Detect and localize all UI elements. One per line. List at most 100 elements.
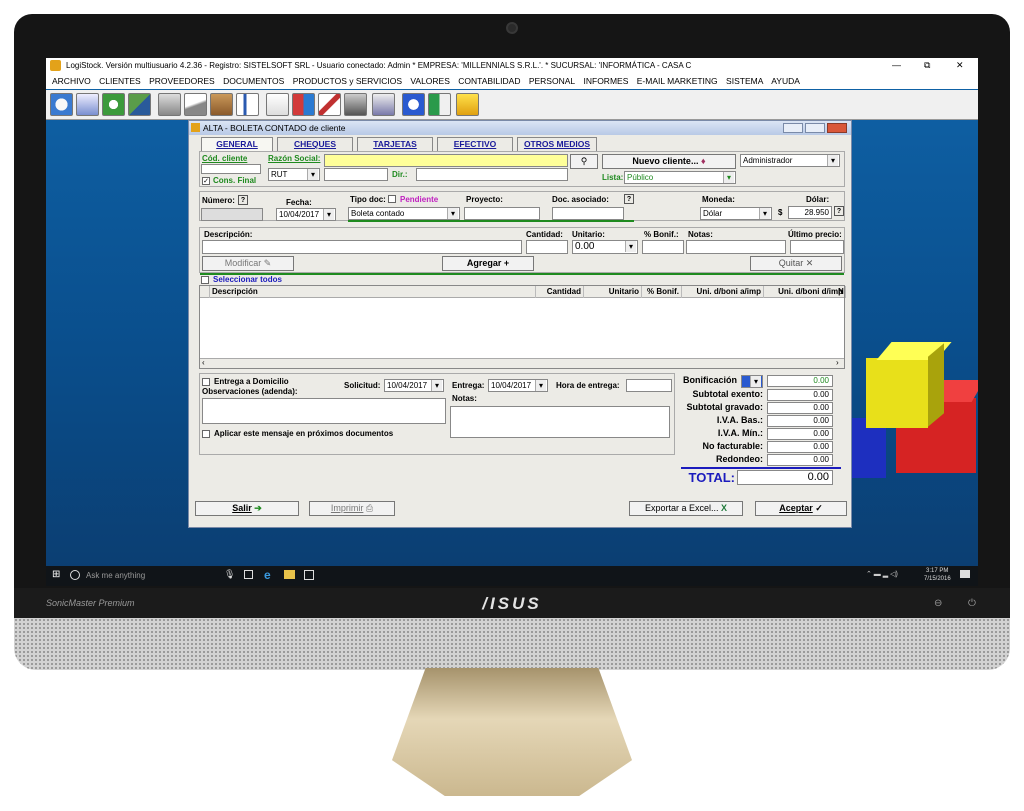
notifications-icon[interactable]: [960, 570, 970, 578]
store-icon[interactable]: [304, 570, 314, 580]
hora-entrega-input[interactable]: [626, 379, 672, 392]
toolbar-users-icon[interactable]: [128, 93, 151, 116]
tab-otros-medios[interactable]: OTROS MEDIOS: [517, 137, 597, 151]
menu-contabilidad[interactable]: CONTABILIDAD: [458, 76, 520, 86]
menu-productos[interactable]: PRODUCTOS y SERVICIOS: [293, 76, 402, 86]
fecha-select[interactable]: 10/04/2017: [276, 208, 336, 221]
tab-tarjetas[interactable]: TARJETAS: [357, 137, 433, 151]
menu-documentos[interactable]: DOCUMENTOS: [223, 76, 284, 86]
toolbar-recycle-icon[interactable]: [102, 93, 125, 116]
edge-icon[interactable]: e: [264, 568, 271, 582]
table-header-n[interactable]: N: [836, 286, 846, 298]
aplicar-mensaje-checkbox[interactable]: [202, 430, 210, 438]
observaciones-input[interactable]: [202, 398, 446, 424]
file-explorer-icon[interactable]: [284, 570, 295, 579]
ultimo-precio-input[interactable]: [790, 240, 844, 254]
descripcion-input[interactable]: [202, 240, 522, 254]
salir-button[interactable]: Salir ➔: [195, 501, 299, 516]
doc-asociado-help-icon[interactable]: ?: [624, 194, 634, 204]
toolbar-help-book-icon[interactable]: [372, 93, 395, 116]
agregar-button[interactable]: Agregar +: [442, 256, 534, 271]
entrega-domicilio-checkbox[interactable]: [202, 378, 210, 386]
table-header-descripcion[interactable]: Descripción: [210, 286, 536, 298]
windows-start-icon[interactable]: ⊞: [52, 569, 60, 580]
tab-general[interactable]: GENERAL: [201, 137, 273, 152]
notas-input[interactable]: [686, 240, 786, 254]
toolbar-tools-icon[interactable]: [344, 93, 367, 116]
aceptar-button[interactable]: Aceptar ✓: [755, 501, 847, 516]
menu-proveedores[interactable]: PROVEEDORES: [149, 76, 215, 86]
dialog-maximize-button[interactable]: [805, 123, 825, 133]
toolbar-calculator-icon[interactable]: [158, 93, 181, 116]
cortana-icon[interactable]: [70, 570, 80, 580]
tray-icons[interactable]: ⌃ ▬ ▂ ◁): [866, 570, 898, 578]
dolar-input[interactable]: 28.950: [788, 206, 832, 219]
pendiente-checkbox[interactable]: [388, 195, 396, 203]
scroll-right-icon[interactable]: ›: [836, 358, 839, 367]
scroll-left-icon[interactable]: ‹: [202, 358, 205, 367]
toolbar-exit-icon[interactable]: [428, 93, 451, 116]
lista-select[interactable]: Público: [624, 171, 736, 184]
task-view-icon[interactable]: [244, 570, 253, 579]
bonificacion-select[interactable]: [741, 375, 763, 388]
unitario-select[interactable]: 0.00: [572, 240, 638, 254]
table-header-uni-d-imp[interactable]: Uni. d/boni d/imp: [764, 286, 846, 298]
menu-informes[interactable]: INFORMES: [584, 76, 629, 86]
menu-email-marketing[interactable]: E-MAIL MARKETING: [637, 76, 718, 86]
table-header-unitario[interactable]: Unitario: [584, 286, 642, 298]
clock-time[interactable]: 3:17 PM: [926, 568, 948, 574]
toolbar-question-icon[interactable]: [402, 93, 425, 116]
toolbar-warning-icon[interactable]: [456, 93, 479, 116]
cod-cliente-input[interactable]: [201, 164, 261, 174]
menu-archivo[interactable]: ARCHIVO: [52, 76, 91, 86]
exportar-excel-button[interactable]: Exportar a Excel... X: [629, 501, 743, 516]
cantidad-input[interactable]: [526, 240, 568, 254]
notas2-input[interactable]: [450, 406, 670, 438]
tipo-doc-select[interactable]: Boleta contado: [348, 207, 460, 220]
doc-asociado-input[interactable]: [552, 207, 624, 220]
menu-valores[interactable]: VALORES: [410, 76, 450, 86]
user-select[interactable]: Administrador: [740, 154, 840, 167]
menu-ayuda[interactable]: AYUDA: [771, 76, 800, 86]
table-horizontal-scrollbar[interactable]: ‹ ›: [200, 358, 844, 368]
toolbar-pills-icon[interactable]: [292, 93, 315, 116]
menu-clientes[interactable]: CLIENTES: [99, 76, 141, 86]
solicitud-select[interactable]: 10/04/2017: [384, 379, 444, 392]
rut-input[interactable]: [324, 168, 388, 181]
proyecto-input[interactable]: [464, 207, 540, 220]
toolbar-clock-icon[interactable]: [50, 93, 73, 116]
toolbar-pen-icon[interactable]: [318, 93, 341, 116]
razon-social-input[interactable]: [324, 154, 568, 167]
rut-select[interactable]: RUT: [268, 168, 320, 181]
toolbar-chart-icon[interactable]: [236, 93, 259, 116]
dir-input[interactable]: [416, 168, 568, 181]
toolbar-book-icon[interactable]: [184, 93, 207, 116]
entrega-select[interactable]: 10/04/2017: [488, 379, 548, 392]
dolar-help-icon[interactable]: ?: [834, 206, 844, 216]
tab-cheques[interactable]: CHEQUES: [277, 137, 353, 151]
minimize-button[interactable]: —: [892, 58, 901, 73]
table-header-bonif[interactable]: % Bonif.: [642, 286, 682, 298]
seleccionar-todos-checkbox[interactable]: [201, 276, 209, 284]
clock-date[interactable]: 7/15/2016: [924, 576, 951, 582]
close-button[interactable]: ✕: [956, 58, 964, 73]
cons-final-checkbox[interactable]: ✓: [202, 177, 210, 185]
modificar-button[interactable]: Modificar ✎: [202, 256, 294, 271]
mic-icon[interactable]: 🎙: [224, 569, 235, 580]
restore-button[interactable]: ⧉: [924, 58, 930, 73]
table-header-uni-a-imp[interactable]: Uni. d/boni a/imp: [682, 286, 764, 298]
toolbar-note-icon[interactable]: [266, 93, 289, 116]
toolbar-box-icon[interactable]: [210, 93, 233, 116]
moneda-select[interactable]: Dólar: [700, 207, 772, 220]
tab-efectivo[interactable]: EFECTIVO: [437, 137, 513, 151]
table-header-cantidad[interactable]: Cantidad: [536, 286, 584, 298]
nuevo-cliente-button[interactable]: Nuevo cliente... ♦: [602, 154, 736, 169]
numero-help-icon[interactable]: ?: [238, 195, 248, 205]
taskbar-search[interactable]: Ask me anything: [86, 568, 236, 584]
dialog-minimize-button[interactable]: [783, 123, 803, 133]
binoculars-button[interactable]: ⚲: [570, 154, 598, 169]
bonif-input[interactable]: [642, 240, 684, 254]
menu-sistema[interactable]: SISTEMA: [726, 76, 763, 86]
quitar-button[interactable]: Quitar ✕: [750, 256, 842, 271]
menu-personal[interactable]: PERSONAL: [529, 76, 575, 86]
